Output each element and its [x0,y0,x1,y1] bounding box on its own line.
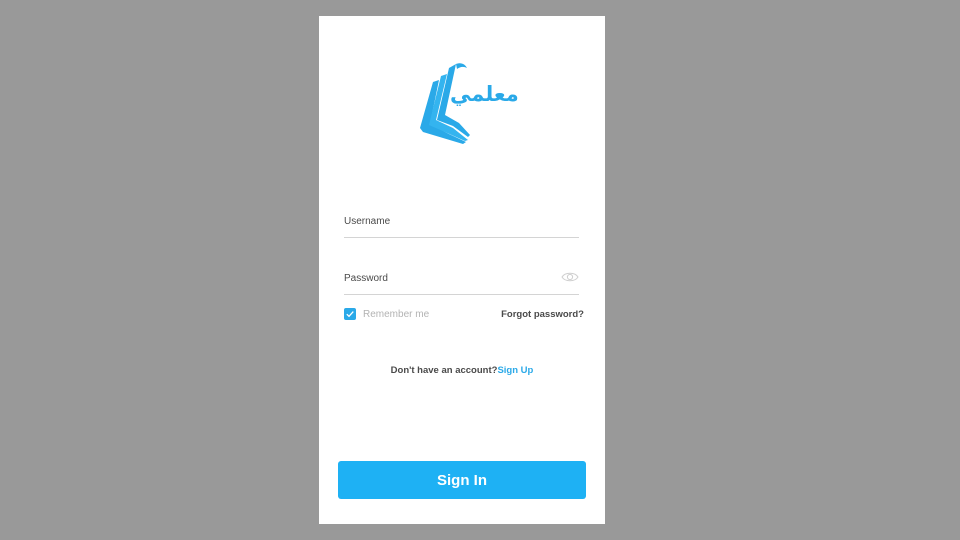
password-field[interactable] [344,268,579,295]
password-input[interactable] [344,268,544,288]
remember-me-checkbox[interactable]: Remember me [344,307,429,321]
username-input[interactable] [344,211,544,231]
brand-name: معلمي [450,82,519,106]
signup-prompt: Don't have an account? [390,365,498,376]
signup-link[interactable]: Sign Up [497,365,533,376]
login-card: معلمي Remember me Forgot password? Don't… [319,16,605,524]
signup-row: Don't have an account?Sign Up [319,365,605,376]
forgot-password-link[interactable]: Forgot password? [501,309,584,320]
checkbox-checked-icon[interactable] [344,308,356,320]
username-field[interactable] [344,211,579,238]
eye-icon[interactable] [561,270,579,284]
remember-me-label: Remember me [363,308,430,320]
sign-in-button[interactable]: Sign In [338,461,586,499]
